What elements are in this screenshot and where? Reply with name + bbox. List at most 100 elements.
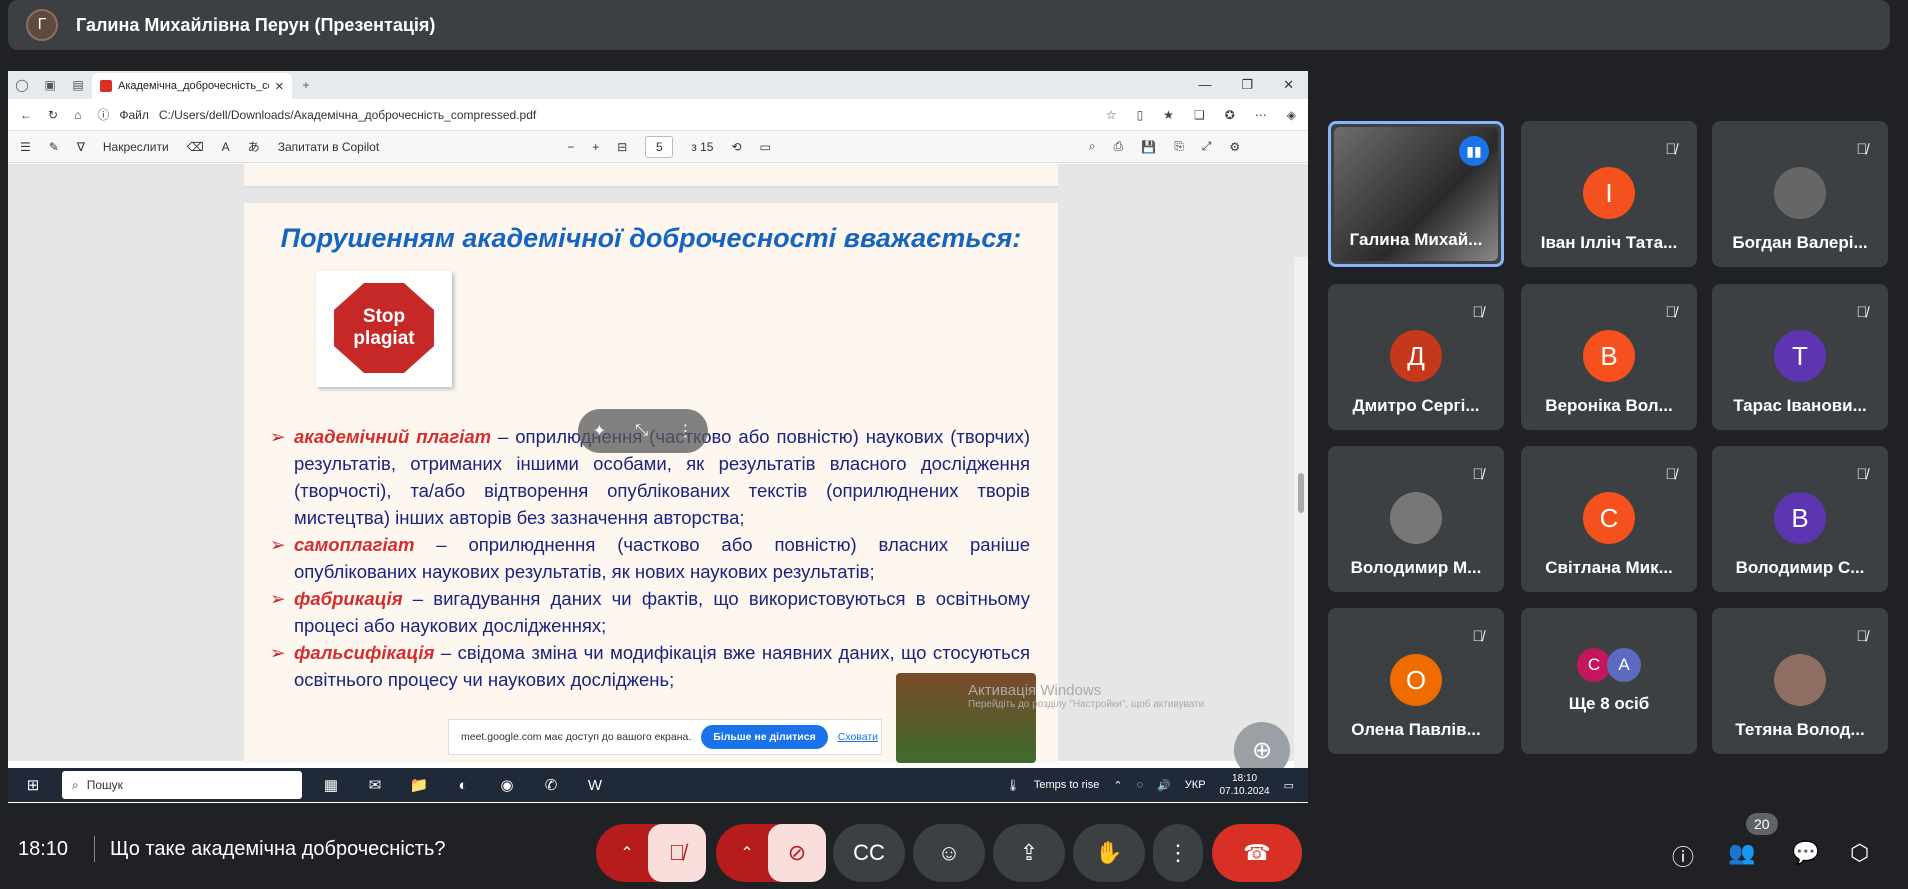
leave-call-button[interactable]: ☎ xyxy=(1212,824,1302,882)
close-tab-icon[interactable]: ✕ xyxy=(275,80,284,93)
pdf-scrollbar[interactable] xyxy=(1294,257,1308,803)
mic-options-chevron-icon[interactable]: ⌃ xyxy=(620,843,633,863)
explorer-icon[interactable]: 📁 xyxy=(404,771,434,799)
translate-icon[interactable]: あ xyxy=(248,138,260,155)
mail-icon[interactable]: ✉ xyxy=(360,771,390,799)
url-text[interactable]: C:/Users/dell/Downloads/Академічна_добро… xyxy=(159,108,536,122)
search-icon: ⌕ xyxy=(72,777,79,792)
page-view-icon[interactable]: ▭ xyxy=(760,140,771,154)
new-tab-icon[interactable]: + xyxy=(292,78,320,92)
pdf-toolbar: ☰ ✎ ∇ Накреслити ⌫ A あ Запитати в Copilo… xyxy=(8,131,1308,163)
find-icon[interactable]: ⌕ xyxy=(1089,139,1096,154)
taskbar-clock[interactable]: 18:10 07.10.2024 xyxy=(1220,772,1270,798)
maximize-icon[interactable]: ❐ xyxy=(1241,77,1253,93)
workspaces-icon[interactable]: ▣ xyxy=(36,78,64,92)
favorites-icon[interactable]: ★ xyxy=(1163,108,1174,122)
camera-options-chevron-icon[interactable]: ⌃ xyxy=(740,843,753,863)
browser-tab[interactable]: Академічна_доброчесність_compressed.pdf … xyxy=(92,73,292,99)
draw-icon[interactable]: ∇ xyxy=(77,140,85,154)
print-icon[interactable]: ⎙ xyxy=(1114,139,1124,154)
camera-toggle-button[interactable]: ⊘ xyxy=(768,824,826,882)
refresh-icon[interactable]: ↻ xyxy=(48,108,58,122)
save-as-icon[interactable]: ⎘ xyxy=(1174,139,1184,154)
raise-hand-button[interactable]: ✋ xyxy=(1073,824,1145,882)
home-icon[interactable]: ⌂ xyxy=(74,108,81,122)
activities-icon[interactable]: ⬡ xyxy=(1850,840,1869,866)
more-icon[interactable]: ⋯ xyxy=(1255,108,1267,122)
pdf-viewer: Порушенням академічної доброчесності вва… xyxy=(8,164,1308,803)
mic-toggle-button[interactable]: 🎙̸ xyxy=(648,824,706,882)
eraser-icon[interactable]: ⌫ xyxy=(187,140,204,154)
zoom-in-icon[interactable]: + xyxy=(592,140,599,154)
people-icon[interactable]: 👥 xyxy=(1728,840,1755,866)
chat-icon[interactable]: 💬 xyxy=(1792,840,1819,866)
draw-label[interactable]: Накреслити xyxy=(103,140,169,154)
participant-tile[interactable]: 🎙̸ І Іван Ілліч Тата... xyxy=(1521,121,1697,267)
divider xyxy=(94,836,95,862)
hide-notice-link[interactable]: Сховати xyxy=(838,731,878,743)
back-icon[interactable]: ← xyxy=(20,108,32,122)
profile-icon[interactable]: ◯ xyxy=(8,78,36,92)
minimize-icon[interactable]: — xyxy=(1198,77,1211,93)
save-icon[interactable]: 💾 xyxy=(1141,140,1156,154)
participant-tile[interactable]: 🎙̸ Володимир М... xyxy=(1328,446,1504,592)
weather-text[interactable]: Temps to rise xyxy=(1034,779,1099,791)
participant-avatar: А xyxy=(1607,648,1641,682)
read-aloud-icon[interactable]: A xyxy=(222,140,230,154)
more-options-icon[interactable]: ⋮ xyxy=(677,421,693,441)
extensions-icon[interactable]: ✪ xyxy=(1225,108,1235,122)
rotate-icon[interactable]: ⟲ xyxy=(731,140,741,154)
tab-actions-icon[interactable]: ▤ xyxy=(64,78,92,92)
language-indicator[interactable]: УКР xyxy=(1185,779,1206,791)
favorite-icon[interactable]: ☆ xyxy=(1106,108,1117,122)
page-number-input[interactable]: 5 xyxy=(645,135,674,158)
close-window-icon[interactable]: ✕ xyxy=(1283,77,1294,93)
edge-icon[interactable]: ◐ xyxy=(448,771,478,799)
participant-tile[interactable]: ▮▮ Галина Михай... xyxy=(1328,121,1504,267)
notifications-icon[interactable]: ▭ xyxy=(1284,779,1294,792)
participant-tile[interactable]: 🎙̸ В Володимир С... xyxy=(1712,446,1888,592)
participant-avatar: Т xyxy=(1774,330,1826,382)
participant-tile[interactable]: 🎙̸ Д Дмитро Сергі... xyxy=(1328,284,1504,430)
participant-tile[interactable]: 🎙̸ С Світлана Мик... xyxy=(1521,446,1697,592)
participant-tile[interactable]: 🎙̸ Тетяна Волод... xyxy=(1712,608,1888,754)
copilot-label[interactable]: Запитати в Copilot xyxy=(278,140,380,154)
scrollbar-thumb[interactable] xyxy=(1298,473,1304,513)
chrome-icon[interactable]: ◉ xyxy=(492,771,522,799)
copilot-icon[interactable]: ◈ xyxy=(1287,108,1296,122)
split-screen-icon[interactable]: ▯ xyxy=(1137,108,1144,122)
meeting-details-icon[interactable]: ⓘ xyxy=(1672,840,1694,872)
captions-button[interactable]: CC xyxy=(833,824,905,882)
participant-avatar: І xyxy=(1583,167,1635,219)
contents-icon[interactable]: ☰ xyxy=(20,140,31,154)
volume-icon[interactable]: 🔊 xyxy=(1157,779,1171,792)
more-participants-tile[interactable]: С А Ще 8 осіб xyxy=(1521,608,1697,754)
settings-icon[interactable]: ⚙ xyxy=(1229,140,1240,154)
taskbar-search[interactable]: ⌕ Пошук xyxy=(62,771,302,799)
participant-tile[interactable]: 🎙̸ В Вероніка Вол... xyxy=(1521,284,1697,430)
wifi-icon[interactable]: ◌ xyxy=(1137,779,1144,791)
participant-tile[interactable]: 🎙̸ Богдан Валері... xyxy=(1712,121,1888,267)
zoom-out-icon[interactable]: − xyxy=(567,140,574,154)
stop-sharing-button[interactable]: Більше не ділитися xyxy=(701,725,828,749)
info-icon[interactable]: ⓘ xyxy=(97,106,109,123)
fullscreen-icon[interactable]: ⤢ xyxy=(1202,139,1212,154)
pin-icon[interactable]: ✦ xyxy=(593,421,606,441)
highlight-icon[interactable]: ✎ xyxy=(49,140,59,154)
present-button[interactable]: ⇪ xyxy=(993,824,1065,882)
emoji-button[interactable]: ☺ xyxy=(913,824,985,882)
bullet-item: самоплагіат – оприлюднення (частково або… xyxy=(270,531,1030,585)
fit-page-icon[interactable]: ⊟ xyxy=(617,140,627,154)
participant-tile[interactable]: 🎙̸ О Олена Павлів... xyxy=(1328,608,1504,754)
tray-chevron-icon[interactable]: ⌃ xyxy=(1113,779,1122,792)
participant-tile[interactable]: 🎙̸ Т Тарас Іванови... xyxy=(1712,284,1888,430)
collections-icon[interactable]: ❏ xyxy=(1194,108,1205,122)
more-options-button[interactable]: ⋮ xyxy=(1153,824,1203,882)
task-view-icon[interactable]: ▦ xyxy=(316,771,346,799)
fullscreen-off-icon[interactable]: ⤡ xyxy=(635,422,648,440)
viber-icon[interactable]: ✆ xyxy=(536,771,566,799)
word-icon[interactable]: W xyxy=(580,771,610,799)
people-count-badge: 20 xyxy=(1746,813,1778,835)
previous-page xyxy=(244,164,1058,188)
start-icon[interactable]: ⊞ xyxy=(18,771,48,799)
